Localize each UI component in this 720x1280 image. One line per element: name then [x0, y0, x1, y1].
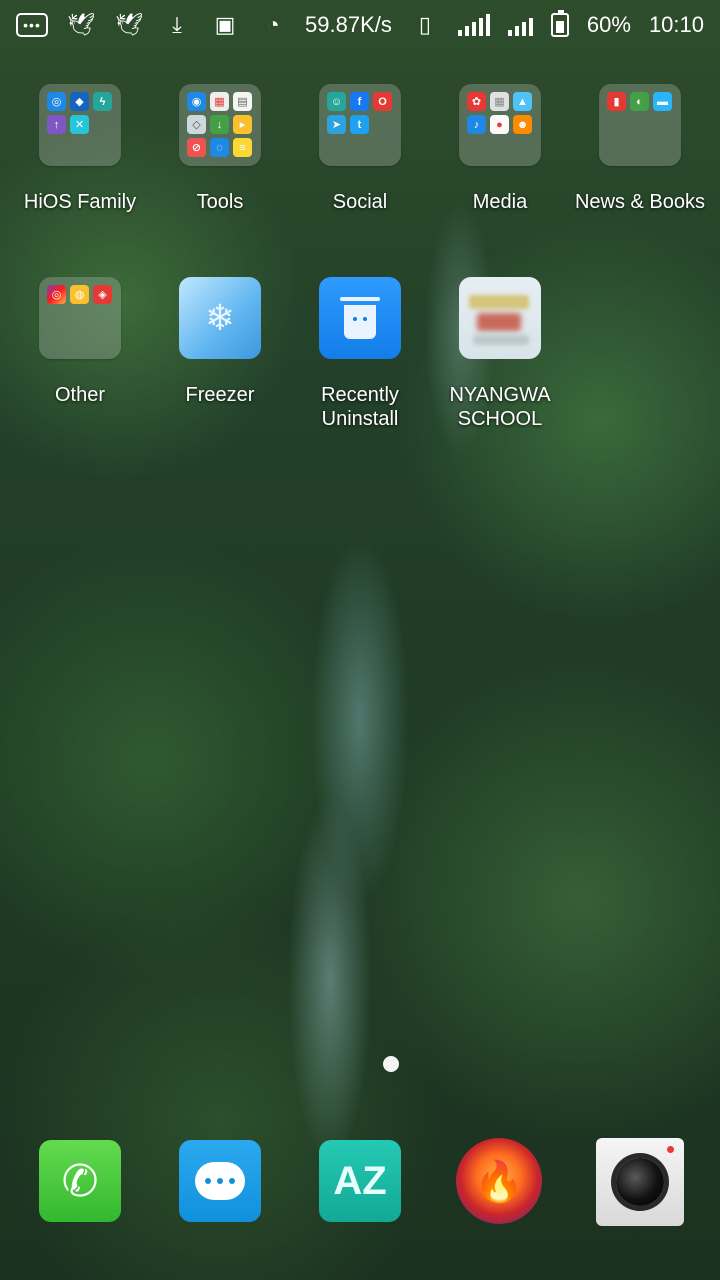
folder-icon: ◎ ◍ ◈: [39, 277, 121, 359]
instagram-icon: ◎: [47, 285, 66, 304]
mini-app-icon: ✿: [467, 92, 486, 111]
mini-app-icon: ◌: [210, 138, 229, 157]
mini-app-icon: ◉: [187, 92, 206, 111]
page-indicator: [383, 1056, 399, 1072]
app-label: HiOS Family: [23, 191, 137, 213]
network-speed: 59.87K/s: [305, 12, 392, 37]
folder-icon: ◉ ▦ ▤ ◇ ↓ ▸ ⊘ ◌ ≡: [179, 84, 261, 166]
mini-app-icon: ⊘: [187, 138, 206, 157]
mini-app-icon: ϟ: [93, 92, 112, 111]
image-icon: ▣: [214, 12, 236, 37]
app-label: News & Books: [574, 191, 706, 213]
mini-app-icon: ♪: [467, 115, 486, 134]
vibrate-icon: ▯: [418, 12, 431, 37]
mini-app-icon: ☺: [327, 92, 346, 111]
app-label: NYANGWA SCHOOL: [449, 384, 551, 430]
folder-icon: ✿ ▦ ▲ ♪ ● ☻: [459, 84, 541, 166]
mini-app-icon: ◈: [93, 285, 112, 304]
camera-icon[interactable]: [596, 1138, 684, 1226]
app-label: Social: [332, 191, 388, 213]
phone-icon[interactable]: ✆: [39, 1140, 121, 1222]
app-recently-uninstall[interactable]: Recently Uninstall: [290, 277, 430, 431]
mini-app-icon: ▲: [513, 92, 532, 111]
facebook-icon: f: [350, 92, 369, 111]
status-left: ••• 🕊 🕊 ⤓ ▣ ◔: [16, 12, 288, 38]
folder-news-books[interactable]: ▮ ◐ ▬ News & Books: [570, 84, 710, 214]
app-label: Other: [54, 384, 106, 406]
app-label: Media: [472, 191, 528, 213]
phoenix-browser-icon[interactable]: 🔥: [456, 1138, 542, 1224]
status-right: 59.87K/s ▯ 60% 10:10: [305, 10, 704, 38]
mini-app-icon: ≡: [233, 138, 252, 157]
folder-icon: ☺ f O ➤ t: [319, 84, 401, 166]
snowflake-icon: ❄: [179, 277, 261, 359]
mini-app-icon: ▸: [233, 115, 252, 134]
mini-app-icon: ◐: [630, 92, 649, 111]
messages-icon[interactable]: [179, 1140, 261, 1222]
mini-app-icon: ↑: [47, 115, 66, 134]
mini-app-icon: ▤: [233, 92, 252, 111]
timer-icon: ◔: [266, 12, 280, 37]
app-freezer[interactable]: ❄ Freezer: [150, 277, 290, 407]
status-bar: ••• 🕊 🕊 ⤓ ▣ ◔ 59.87K/s ▯ 60% 10:10: [0, 0, 720, 50]
signal-icon: [507, 14, 533, 36]
mini-app-icon: ◍: [70, 285, 89, 304]
opera-icon: O: [373, 92, 392, 111]
folder-social[interactable]: ☺ f O ➤ t Social: [290, 84, 430, 214]
folder-hios-family[interactable]: ◎ ◆ ϟ ↑ ✕ HiOS Family: [10, 84, 150, 214]
battery-icon: [550, 10, 569, 37]
signal-icon: [457, 14, 490, 36]
school-logo-icon: [459, 277, 541, 359]
mini-app-icon: ▮: [607, 92, 626, 111]
mini-app-icon: ◎: [47, 92, 66, 111]
folder-other[interactable]: ◎ ◍ ◈ Other: [10, 277, 150, 407]
az-icon[interactable]: AZ: [319, 1140, 401, 1222]
mini-app-icon: ◇: [187, 115, 206, 134]
battery-level: 60%: [586, 12, 631, 37]
folder-tools[interactable]: ◉ ▦ ▤ ◇ ↓ ▸ ⊘ ◌ ≡ Tools: [150, 84, 290, 214]
mini-app-icon: ▦: [210, 92, 229, 111]
more-icon: •••: [16, 13, 48, 37]
mini-app-icon: ↓: [210, 115, 229, 134]
mini-app-icon: ✕: [70, 115, 89, 134]
folder-icon: ▮ ◐ ▬: [599, 84, 681, 166]
mini-app-icon: ●: [490, 115, 509, 134]
clock: 10:10: [648, 12, 704, 37]
bird-icon: 🕊: [115, 12, 143, 37]
telegram-icon: ➤: [327, 115, 346, 134]
mini-app-icon: ☻: [513, 115, 532, 134]
twitter-icon: t: [350, 115, 369, 134]
app-label: Recently Uninstall: [321, 384, 399, 430]
app-label: Freezer: [185, 384, 255, 406]
app-nyangwa-school[interactable]: NYANGWA SCHOOL: [430, 277, 570, 431]
bird-icon: 🕊: [67, 12, 95, 37]
mini-app-icon: ▦: [490, 92, 509, 111]
mini-app-icon: ◆: [70, 92, 89, 111]
folder-icon: ◎ ◆ ϟ ↑ ✕: [39, 84, 121, 166]
trash-icon: [319, 277, 401, 359]
app-label: Tools: [196, 191, 244, 213]
mini-app-icon: ▬: [653, 92, 672, 111]
download-icon: ⤓: [172, 12, 182, 37]
folder-media[interactable]: ✿ ▦ ▲ ♪ ● ☻ Media: [430, 84, 570, 214]
